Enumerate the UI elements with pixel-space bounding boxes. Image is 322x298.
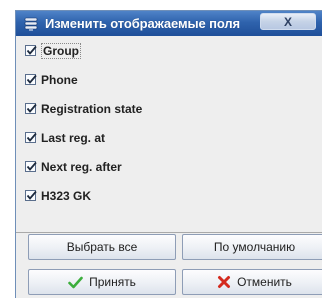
field-list: Group Phone Registration state Last reg.…	[16, 36, 322, 210]
dialog-title: Изменить отображаемые поля	[45, 16, 241, 31]
last-reg-checkbox[interactable]	[25, 132, 37, 143]
close-button[interactable]: X	[260, 13, 316, 30]
h323-gk-checkbox[interactable]	[25, 190, 37, 201]
next-reg-checkbox[interactable]	[25, 161, 37, 172]
field-row-last-reg[interactable]: Last reg. at	[16, 123, 322, 152]
field-row-registration-state[interactable]: Registration state	[16, 94, 322, 123]
registration-state-checkbox[interactable]	[25, 103, 37, 114]
field-label: H323 GK	[41, 188, 92, 203]
field-label: Registration state	[41, 101, 143, 116]
app-icon	[23, 16, 39, 32]
dialog-window: Изменить отображаемые поля X Group Phone…	[15, 10, 322, 298]
title-bar[interactable]: Изменить отображаемые поля X	[16, 11, 322, 36]
field-label: Last reg. at	[41, 130, 106, 145]
select-all-label: Выбрать все	[66, 240, 138, 254]
check-icon	[68, 276, 83, 289]
accept-button[interactable]: Принять	[28, 269, 176, 295]
field-label: Group	[41, 42, 81, 59]
cancel-button[interactable]: Отменить	[182, 269, 322, 295]
defaults-button[interactable]: По умолчанию	[182, 234, 322, 260]
separator	[16, 232, 322, 233]
cancel-label: Отменить	[237, 275, 292, 289]
cross-icon	[217, 275, 231, 289]
field-row-next-reg[interactable]: Next reg. after	[16, 152, 322, 181]
select-all-button[interactable]: Выбрать все	[28, 234, 176, 260]
field-row-phone[interactable]: Phone	[16, 65, 322, 94]
accept-label: Принять	[89, 275, 136, 289]
field-label: Next reg. after	[41, 159, 122, 174]
phone-checkbox[interactable]	[25, 74, 37, 85]
defaults-label: По умолчанию	[213, 240, 296, 254]
group-checkbox[interactable]	[25, 45, 37, 56]
field-label: Phone	[41, 72, 78, 87]
field-row-h323-gk[interactable]: H323 GK	[16, 181, 322, 210]
close-icon: X	[283, 14, 292, 29]
field-row-group[interactable]: Group	[16, 36, 322, 65]
